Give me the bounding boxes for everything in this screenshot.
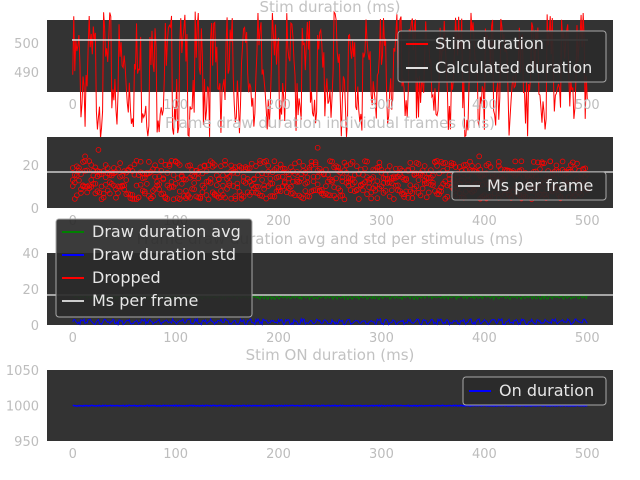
panel-2-title: Frame draw duration individual frames (m…	[165, 114, 495, 132]
panel-1-title: Stim duration (ms)	[260, 0, 401, 16]
legend-ms-per-frame-3: Ms per frame	[92, 291, 198, 310]
x-tick-label: 200	[266, 98, 291, 113]
x-tick-label: 300	[369, 447, 394, 462]
y-tick-label: 950	[14, 435, 39, 450]
legend-draw-duration-std: Draw duration std	[92, 245, 236, 264]
x-tick-label: 400	[472, 214, 497, 229]
panel-frame-draw-duration: Frame draw duration individual frames (m…	[22, 114, 613, 229]
y-tick-label: 0	[31, 202, 39, 217]
x-tick-label: 100	[163, 98, 188, 113]
panel-stim-on-duration: Stim ON duration (ms) 0 100 200 300 400 500 95…	[6, 346, 613, 462]
x-tick-label: 0	[69, 331, 77, 346]
x-tick-label: 100	[163, 331, 188, 346]
panel-draw-avg-std: Frame draw duration avg and std per stim…	[22, 218, 613, 346]
x-tick-label: 300	[369, 214, 394, 229]
x-tick-label: 0	[69, 98, 77, 113]
y-tick-label: 20	[22, 159, 39, 174]
panel-1-legend: Stim duration Calculated duration	[397, 30, 607, 83]
legend-stim-duration: Stim duration	[435, 34, 544, 53]
panel-4-title: Stim ON duration (ms)	[246, 346, 415, 364]
x-tick-label: 300	[369, 331, 394, 346]
y-tick-label: 40	[22, 247, 39, 262]
legend-on-duration: On duration	[499, 381, 594, 400]
x-tick-label: 300	[369, 98, 394, 113]
panel-2-legend: Ms per frame	[451, 171, 607, 201]
x-tick-label: 500	[575, 214, 600, 229]
legend-ms-per-frame: Ms per frame	[487, 176, 593, 195]
x-tick-label: 200	[266, 214, 291, 229]
x-tick-label: 500	[575, 331, 600, 346]
legend-draw-duration-avg: Draw duration avg	[92, 222, 241, 241]
y-tick-label: 1000	[6, 400, 39, 415]
x-tick-label: 400	[472, 447, 497, 462]
x-tick-label: 400	[472, 331, 497, 346]
x-tick-label: 100	[163, 447, 188, 462]
x-tick-label: 500	[575, 98, 600, 113]
x-tick-label: 500	[575, 447, 600, 462]
x-tick-label: 200	[266, 447, 291, 462]
y-tick-label: 490	[14, 66, 39, 81]
legend-calculated-duration: Calculated duration	[435, 58, 592, 77]
legend-dropped: Dropped	[92, 268, 161, 287]
y-tick-label: 20	[22, 283, 39, 298]
x-tick-label: 200	[266, 331, 291, 346]
panel-3-legend: Draw duration avg Draw duration std Drop…	[55, 218, 253, 318]
y-tick-label: 0	[31, 319, 39, 334]
figure: Stim duration (ms) 0 100 200 300 400 50049050…	[6, 0, 613, 462]
y-tick-label: 500	[14, 37, 39, 52]
x-tick-label: 400	[472, 98, 497, 113]
x-tick-label: 0	[69, 447, 77, 462]
y-tick-label: 1050	[6, 364, 39, 379]
panel-4-legend: On duration	[462, 376, 607, 406]
